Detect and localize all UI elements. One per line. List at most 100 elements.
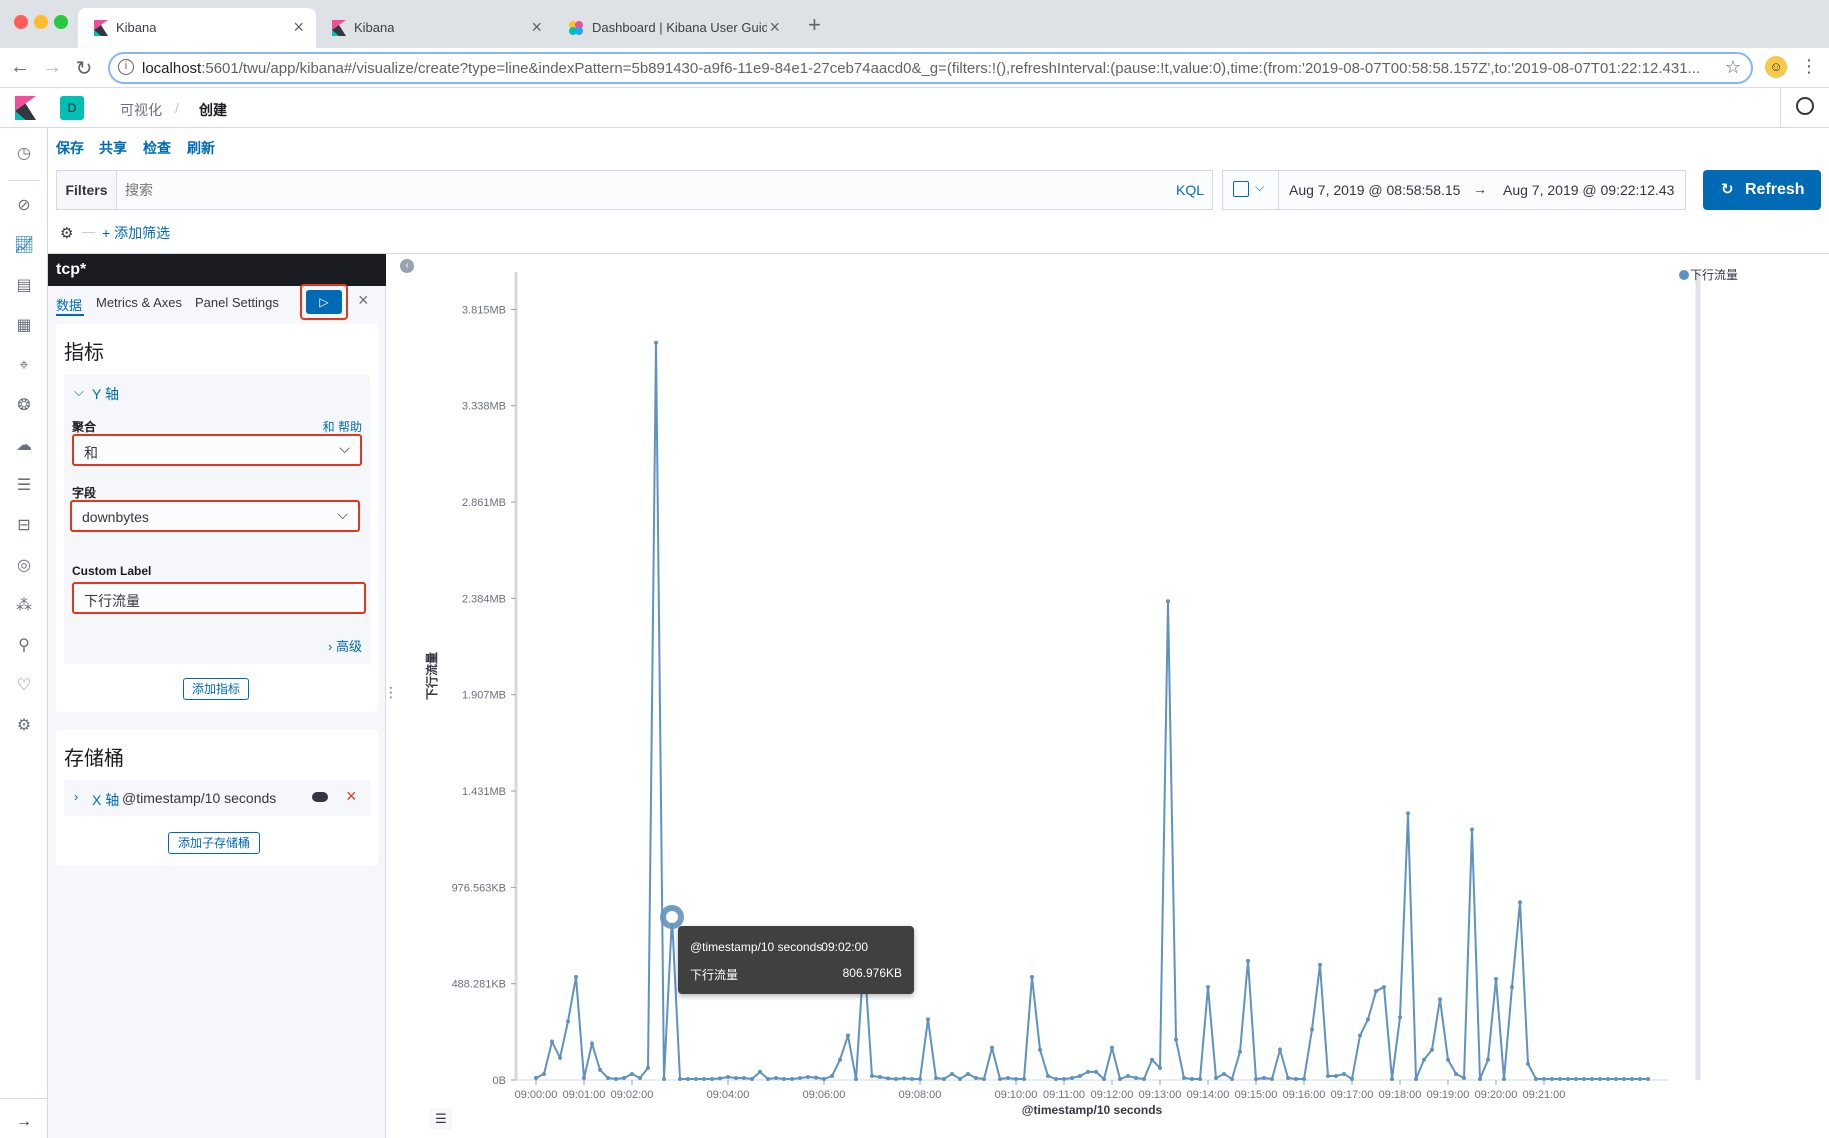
data-point xyxy=(702,1076,706,1081)
search-input[interactable] xyxy=(125,177,1125,203)
remove-bucket-icon[interactable]: × xyxy=(346,786,357,807)
chevron-right-icon[interactable]: › xyxy=(74,789,78,804)
data-point xyxy=(1238,1049,1242,1054)
data-point xyxy=(534,1075,538,1080)
reload-icon[interactable]: ↻ xyxy=(72,56,96,81)
aggregation-help-link[interactable]: 和 帮助 xyxy=(323,418,362,435)
canvas-icon[interactable]: ▦ xyxy=(14,316,34,336)
data-point xyxy=(1614,1076,1618,1081)
index-pattern-title: tcp* xyxy=(48,254,386,286)
minimize-window-icon[interactable] xyxy=(34,15,48,29)
recently-viewed-icon[interactable]: ◷ xyxy=(14,144,34,164)
toggle-legend-list-icon[interactable]: ☰ xyxy=(430,1108,452,1130)
tab-close-icon[interactable]: × xyxy=(293,17,304,38)
data-point xyxy=(1598,1076,1602,1081)
data-point xyxy=(1478,1076,1482,1081)
apm-icon[interactable]: ⊟ xyxy=(14,516,34,536)
save-button[interactable]: 保存 xyxy=(56,138,84,158)
visualize-chart-icon[interactable]: 📈︎ xyxy=(14,236,34,256)
custom-label-input[interactable]: 下行流量 xyxy=(72,582,366,614)
advanced-toggle[interactable]: › 高级 xyxy=(328,636,362,655)
dashboard-icon[interactable]: ▤ xyxy=(14,276,34,296)
aggregation-select[interactable]: 和 ⌵ xyxy=(72,434,362,466)
forward-icon[interactable]: → xyxy=(40,56,64,79)
new-tab-button[interactable]: + xyxy=(808,12,821,38)
discover-compass-icon[interactable]: ⊘ xyxy=(14,196,34,216)
chevron-down-icon[interactable]: ⌵ xyxy=(74,384,84,400)
tab-panel-settings[interactable]: Panel Settings xyxy=(195,295,279,310)
profile-avatar-icon[interactable]: ☺ xyxy=(1765,56,1787,78)
data-point xyxy=(1646,1076,1650,1081)
ml-icon[interactable]: ❂ xyxy=(14,396,34,416)
uptime-icon[interactable]: ◎ xyxy=(14,556,34,576)
maximize-window-icon[interactable] xyxy=(54,15,68,29)
share-button[interactable]: 共享 xyxy=(99,138,127,158)
expand-nav-icon[interactable]: → xyxy=(14,1112,34,1132)
buckets-title: 存储桶 xyxy=(64,748,124,770)
graph-icon[interactable]: ⁂ xyxy=(14,596,34,616)
back-icon[interactable]: ← xyxy=(8,56,32,79)
aggregation-value: 和 xyxy=(84,445,98,461)
browser-menu-icon[interactable]: ⋮ xyxy=(1800,56,1818,77)
vis-editor-sidebar: tcp* 数据 Metrics & Axes Panel Settings ▷ … xyxy=(48,254,398,1138)
logs-icon[interactable]: ☰ xyxy=(14,476,34,496)
custom-label-value: 下行流量 xyxy=(84,593,140,609)
apply-changes-play-icon[interactable]: ▷ xyxy=(306,290,342,314)
data-point xyxy=(1134,1075,1138,1080)
resize-handle[interactable]: ⋮ xyxy=(384,684,398,701)
end-date[interactable]: Aug 7, 2019 @ 09:22:12.43 xyxy=(1503,182,1674,198)
line-chart-svg[interactable]: 0B 488.281KB 976.563KB 1.431MB 1.907MB 2.384M… xyxy=(400,254,1829,1138)
dev-tools-icon[interactable]: ⚲ xyxy=(14,636,34,656)
data-point xyxy=(894,1076,898,1081)
data-point xyxy=(1438,997,1442,1002)
inspect-button[interactable]: 检查 xyxy=(143,138,171,158)
browser-tab-kibana-active[interactable]: Kibana × xyxy=(78,8,316,48)
maps-icon[interactable]: ⌖ xyxy=(14,356,34,376)
hover-point-inner xyxy=(666,910,678,923)
data-point xyxy=(710,1076,714,1081)
refresh-icon: ↻ xyxy=(1721,181,1734,198)
filter-settings-gear-icon[interactable]: ⚙ xyxy=(60,224,73,242)
data-point xyxy=(1182,1075,1186,1080)
tab-data[interactable]: 数据 xyxy=(56,295,82,314)
data-point xyxy=(638,1075,642,1080)
close-window-icon[interactable] xyxy=(14,15,28,29)
y-axis-toggle[interactable]: Y 轴 xyxy=(92,384,119,404)
address-bar[interactable]: i localhost:5601/twu/app/kibana#/visuali… xyxy=(108,52,1753,84)
toggle-visibility-icon[interactable] xyxy=(312,792,328,802)
data-point xyxy=(734,1075,738,1080)
add-filter-button[interactable]: + 添加筛选 xyxy=(102,223,170,243)
quick-menu-button[interactable]: ⌵ xyxy=(1223,171,1279,209)
browser-tab-dashboard-guide[interactable]: Dashboard | Kibana User Guide × xyxy=(554,8,792,48)
x-axis-toggle[interactable]: X 轴 xyxy=(92,790,119,810)
space-avatar[interactable]: D xyxy=(60,96,84,120)
tab-close-icon[interactable]: × xyxy=(531,17,542,38)
kql-toggle[interactable]: KQL xyxy=(1176,182,1204,198)
help-lifebuoy-icon[interactable] xyxy=(1796,97,1814,115)
tab-metrics-axes[interactable]: Metrics & Axes xyxy=(96,295,182,310)
url-text: localhost:5601/twu/app/kibana#/visualize… xyxy=(142,60,1701,77)
infrastructure-icon[interactable]: ☁ xyxy=(14,436,34,456)
discard-close-icon[interactable]: × xyxy=(358,290,369,311)
data-point xyxy=(1278,1047,1282,1052)
refresh-menu-button[interactable]: 刷新 xyxy=(187,138,215,158)
browser-tab-kibana[interactable]: Kibana × xyxy=(316,8,554,48)
data-point xyxy=(574,974,578,979)
data-point xyxy=(910,1076,914,1081)
add-metric-button[interactable]: 添加指标 xyxy=(183,678,249,700)
filters-button[interactable]: Filters xyxy=(57,171,117,209)
add-sub-bucket-button[interactable]: 添加子存储桶 xyxy=(168,832,260,854)
info-icon[interactable]: i xyxy=(118,59,134,75)
management-gear-icon[interactable]: ⚙ xyxy=(14,716,34,736)
monitoring-icon[interactable]: ♡ xyxy=(14,676,34,696)
tab-close-icon[interactable]: × xyxy=(769,17,780,38)
custom-label-label: Custom Label xyxy=(72,564,152,578)
refresh-button[interactable]: ↻ Refresh xyxy=(1703,170,1821,210)
bookmark-star-icon[interactable]: ☆ xyxy=(1725,57,1741,78)
kibana-logo-icon[interactable] xyxy=(12,96,36,120)
data-point xyxy=(1102,1076,1106,1081)
data-point xyxy=(958,1076,962,1081)
field-select[interactable]: downbytes ⌵ xyxy=(70,500,360,532)
start-date[interactable]: Aug 7, 2019 @ 08:58:58.15 xyxy=(1289,182,1460,198)
breadcrumb-visualize[interactable]: 可视化 xyxy=(120,100,162,120)
